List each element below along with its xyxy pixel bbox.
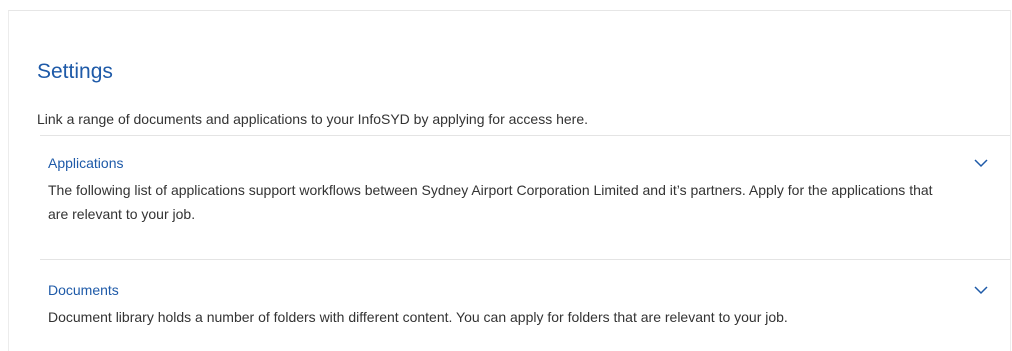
applications-section[interactable]: Applications The following list of appli…	[48, 154, 988, 226]
divider	[40, 259, 1010, 260]
applications-title-link[interactable]: Applications	[48, 154, 988, 172]
applications-description: The following list of applications suppo…	[48, 182, 933, 222]
divider	[40, 135, 1010, 136]
chevron-down-icon[interactable]	[974, 158, 988, 168]
documents-section[interactable]: Documents Document library holds a numbe…	[48, 281, 988, 329]
page-title: Settings	[37, 60, 113, 83]
documents-description: Document library holds a number of folde…	[48, 309, 788, 325]
settings-panel: Settings Link a range of documents and a…	[8, 10, 1011, 351]
page-description: Link a range of documents and applicatio…	[37, 111, 588, 127]
documents-title-link[interactable]: Documents	[48, 281, 988, 299]
chevron-down-icon[interactable]	[974, 285, 988, 295]
